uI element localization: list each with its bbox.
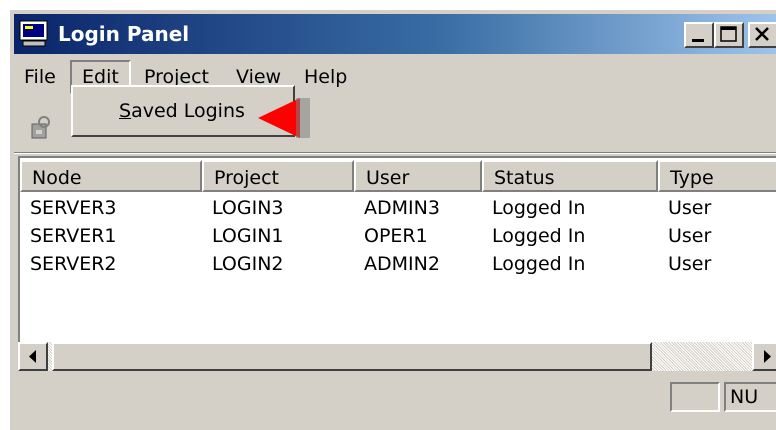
status-panel-empty bbox=[670, 382, 720, 412]
saved-logins-mnemonic: S bbox=[119, 100, 132, 122]
scroll-thumb[interactable] bbox=[52, 342, 652, 371]
cell-type: User bbox=[668, 225, 712, 247]
minimize-button[interactable] bbox=[684, 22, 714, 48]
cell-project: LOGIN1 bbox=[212, 225, 284, 247]
cell-project: LOGIN2 bbox=[212, 253, 284, 275]
cell-status: Logged In bbox=[492, 225, 586, 247]
cell-node: SERVER2 bbox=[30, 253, 117, 275]
window-title: Login Panel bbox=[58, 22, 190, 46]
cell-type: User bbox=[668, 253, 712, 275]
red-arrow-icon bbox=[258, 98, 310, 138]
cell-node: SERVER1 bbox=[30, 225, 117, 247]
minimize-icon bbox=[692, 39, 704, 42]
cell-node: SERVER3 bbox=[30, 197, 117, 219]
table-row[interactable]: SERVER1 LOGIN1 OPER1 Logged In User bbox=[20, 222, 776, 250]
menu-item-saved-logins[interactable]: Saved Logins bbox=[119, 100, 245, 122]
table-row[interactable]: SERVER2 LOGIN2 ADMIN2 Logged In User bbox=[20, 250, 776, 278]
maximize-icon bbox=[720, 26, 737, 42]
cell-type: User bbox=[668, 197, 712, 219]
column-header-status[interactable]: Status bbox=[482, 160, 658, 192]
scroll-right-button[interactable] bbox=[752, 342, 776, 371]
status-panel-num: NU bbox=[724, 382, 776, 412]
cell-status: Logged In bbox=[492, 197, 586, 219]
monitor-icon bbox=[19, 20, 48, 47]
cell-status: Logged In bbox=[492, 253, 586, 275]
saved-logins-label: aved Logins bbox=[131, 100, 245, 122]
horizontal-scrollbar[interactable] bbox=[18, 342, 776, 371]
close-icon bbox=[755, 27, 769, 41]
table-row[interactable]: SERVER3 LOGIN3 ADMIN3 Logged In User bbox=[20, 194, 776, 222]
login-table[interactable]: Node Project User Status Type SERVER3 LO… bbox=[18, 156, 776, 371]
scroll-left-button[interactable] bbox=[18, 342, 48, 371]
cell-user: ADMIN3 bbox=[364, 197, 440, 219]
cell-user: ADMIN2 bbox=[364, 253, 440, 275]
column-header-project[interactable]: Project bbox=[202, 160, 354, 192]
close-button[interactable] bbox=[748, 22, 776, 48]
column-header-type[interactable]: Type bbox=[658, 160, 776, 192]
toolbar-divider bbox=[14, 152, 776, 154]
column-header-node[interactable]: Node bbox=[20, 160, 202, 192]
maximize-button[interactable] bbox=[714, 22, 744, 48]
menu-help[interactable]: Help bbox=[294, 60, 357, 94]
login-icon[interactable] bbox=[28, 114, 56, 142]
arrow-left-icon bbox=[29, 350, 36, 363]
menu-file[interactable]: File bbox=[14, 60, 66, 94]
status-bar: NU bbox=[14, 374, 776, 415]
cell-project: LOGIN3 bbox=[212, 197, 284, 219]
login-panel-window: Login Panel File Edit Project View Help bbox=[8, 8, 776, 430]
column-header-user[interactable]: User bbox=[354, 160, 482, 192]
cell-user: OPER1 bbox=[364, 225, 428, 247]
title-bar[interactable]: Login Panel bbox=[14, 14, 776, 54]
arrow-right-icon bbox=[764, 350, 771, 363]
